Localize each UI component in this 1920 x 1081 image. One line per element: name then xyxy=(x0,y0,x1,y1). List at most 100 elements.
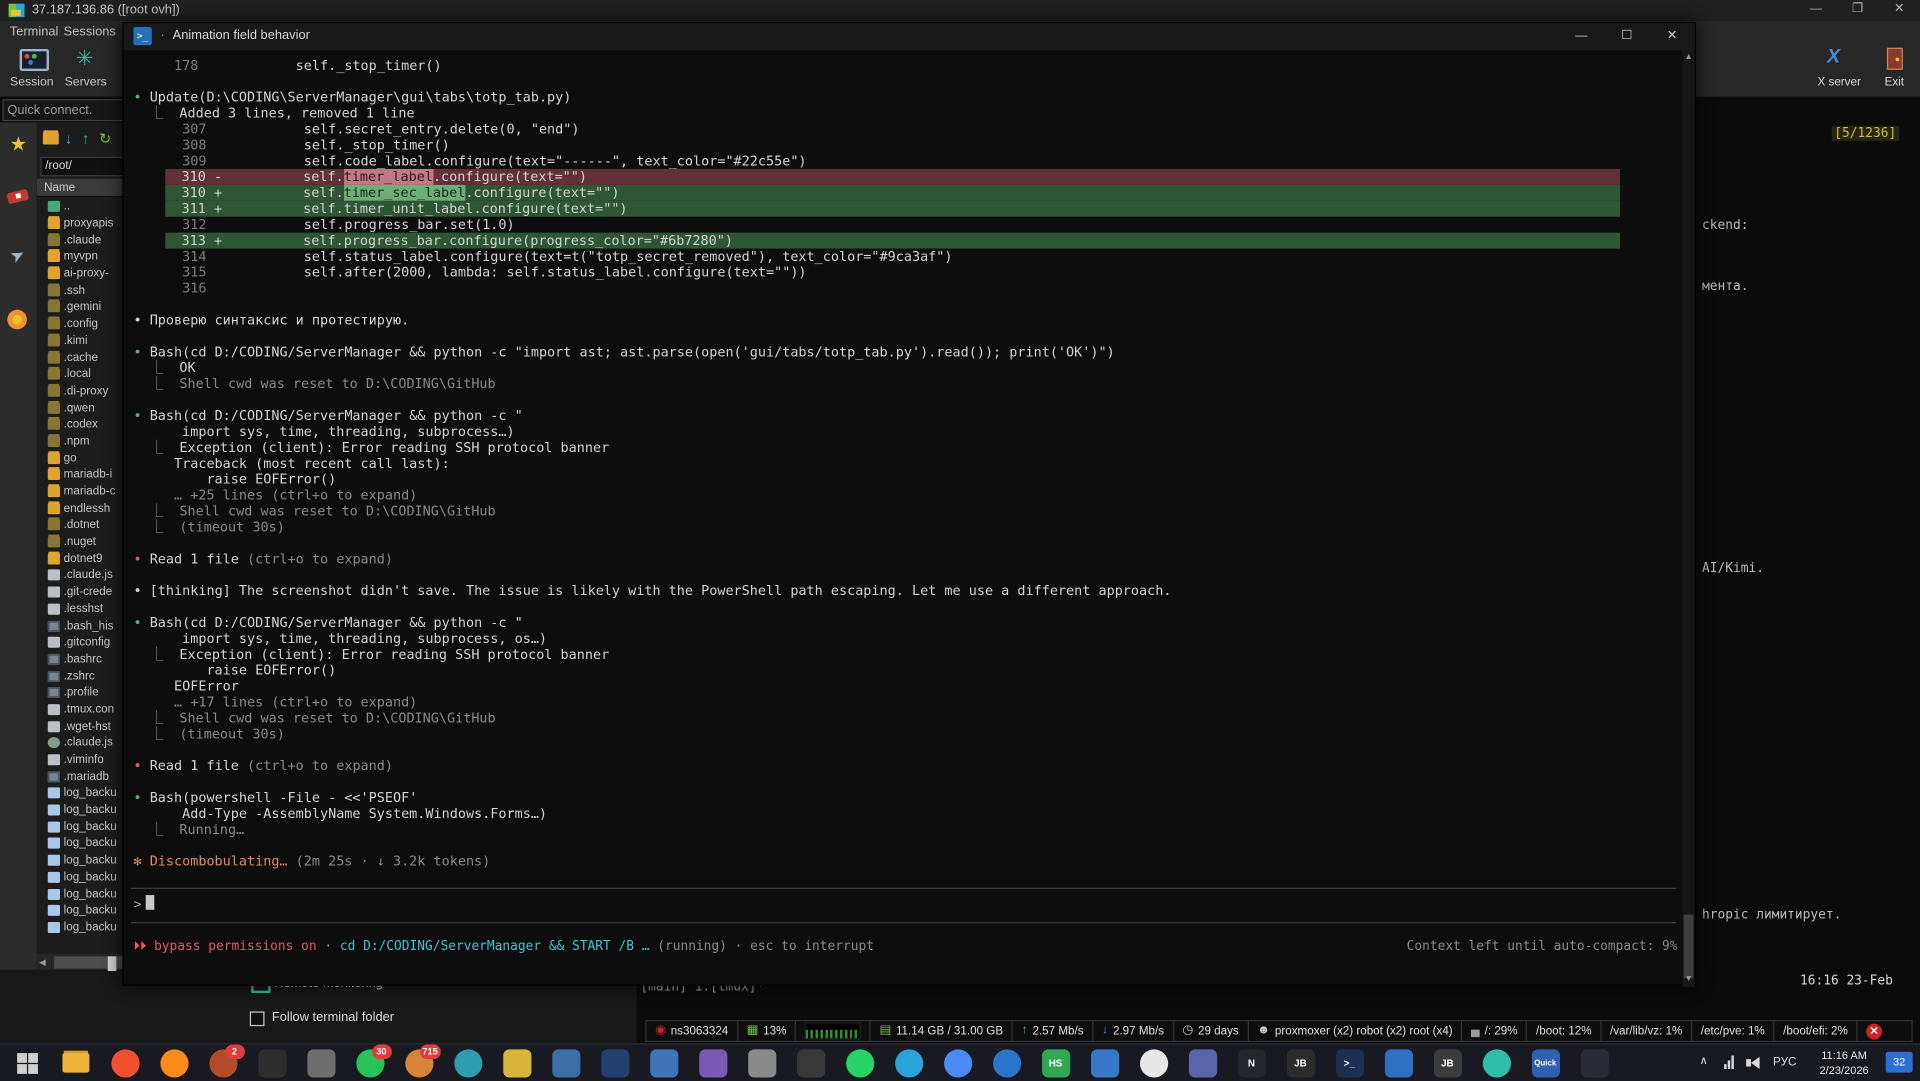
discord-app-taskbar-button[interactable] xyxy=(1178,1047,1227,1079)
file-item[interactable]: myvpn xyxy=(37,249,128,266)
windows-start-taskbar-button[interactable] xyxy=(2,1047,51,1079)
restore-icon[interactable]: ❐ xyxy=(1837,0,1879,20)
file-item[interactable]: .claude.js xyxy=(37,567,128,584)
hisuite-taskbar-button[interactable]: HS xyxy=(1031,1047,1080,1079)
file-item[interactable]: .ssh xyxy=(37,282,128,299)
minimize-icon[interactable]: — xyxy=(1795,0,1837,20)
file-item[interactable]: proxyapis xyxy=(37,215,128,232)
favorites-star-icon[interactable]: ★ xyxy=(6,132,30,156)
updater-app-taskbar-button[interactable] xyxy=(737,1047,786,1079)
navy-app-taskbar-button[interactable] xyxy=(590,1047,639,1079)
menu-terminal[interactable]: Terminal xyxy=(10,24,59,39)
file-item[interactable]: log_backu xyxy=(37,802,128,819)
brave-browser-taskbar-button[interactable] xyxy=(100,1047,149,1079)
file-item[interactable]: log_backu xyxy=(37,835,128,852)
file-item[interactable]: .di-proxy xyxy=(37,383,128,400)
file-item[interactable]: .lesshst xyxy=(37,601,128,618)
file-item[interactable]: log_backu xyxy=(37,886,128,903)
path-input[interactable]: /root/ xyxy=(40,157,127,177)
scroll-down-icon[interactable]: ▼ xyxy=(1682,972,1694,987)
teal-app-taskbar-button[interactable] xyxy=(1472,1047,1521,1079)
file-item[interactable]: .gemini xyxy=(37,299,128,316)
scroll-up-icon[interactable]: ▲ xyxy=(1682,50,1694,65)
network-tray-icon[interactable] xyxy=(1724,1056,1734,1069)
monitor-close-icon[interactable]: ✕ xyxy=(1866,1023,1882,1039)
browser-profile-taskbar-button[interactable]: 2 xyxy=(198,1047,247,1079)
follow-terminal-label[interactable]: Follow terminal folder xyxy=(272,1010,394,1025)
claude-scrollbar[interactable]: ▲ ▼ xyxy=(1682,50,1694,987)
quick-connect-input[interactable]: Quick connect. xyxy=(2,99,128,121)
commander-app-taskbar-button[interactable] xyxy=(492,1047,541,1079)
blue-app-taskbar-button[interactable] xyxy=(1080,1047,1129,1079)
file-explorer-taskbar-button[interactable] xyxy=(51,1047,100,1079)
file-item[interactable]: .claude xyxy=(37,232,128,249)
file-item[interactable]: .kimi xyxy=(37,332,128,349)
file-item[interactable]: log_backu xyxy=(37,852,128,869)
dark-app-2-taskbar-button[interactable] xyxy=(786,1047,835,1079)
file-item[interactable]: go xyxy=(37,450,128,467)
rider-app-taskbar-button[interactable]: JB xyxy=(1423,1047,1472,1079)
file-item[interactable]: .. xyxy=(37,198,128,215)
file-item[interactable]: .viminfo xyxy=(37,751,128,768)
quick-assist-taskbar-button[interactable]: Quick xyxy=(1521,1047,1570,1079)
file-item[interactable]: mariadb-i xyxy=(37,467,128,484)
file-item[interactable]: .cache xyxy=(37,349,128,366)
upload-icon[interactable]: ↑ xyxy=(82,130,89,147)
tray-chevron-icon[interactable]: ∧ xyxy=(1700,1054,1708,1067)
file-item[interactable]: .nuget xyxy=(37,534,128,551)
edge-browser-taskbar-button[interactable] xyxy=(982,1047,1031,1079)
language-indicator[interactable]: РУС xyxy=(1773,1056,1796,1069)
file-item[interactable]: .config xyxy=(37,316,128,333)
remote-desktop-app-taskbar-button[interactable] xyxy=(541,1047,590,1079)
file-item[interactable]: .gitconfig xyxy=(37,634,128,651)
claude-minimize-icon[interactable]: — xyxy=(1559,23,1604,50)
claude-close-icon[interactable]: ✕ xyxy=(1649,23,1694,50)
file-item[interactable]: log_backu xyxy=(37,919,128,936)
file-item[interactable]: .dotnet xyxy=(37,517,128,534)
claude-maximize-icon[interactable]: ☐ xyxy=(1604,23,1649,50)
tools-knife-icon[interactable] xyxy=(6,186,30,210)
file-item[interactable]: .local xyxy=(37,366,128,383)
file-item[interactable]: .npm xyxy=(37,433,128,450)
file-item[interactable]: ai-proxy- xyxy=(37,265,128,282)
network-globe-icon[interactable] xyxy=(6,309,30,333)
file-item[interactable]: .bash_his xyxy=(37,617,128,634)
file-item[interactable]: .mariadb xyxy=(37,768,128,785)
gray-app-taskbar-button[interactable] xyxy=(296,1047,345,1079)
mail-app-taskbar-button[interactable]: 715 xyxy=(394,1047,443,1079)
menu-sessions[interactable]: Sessions xyxy=(64,24,116,39)
jetbrains-app-taskbar-button[interactable]: JB xyxy=(1276,1047,1325,1079)
file-item[interactable]: endlessh xyxy=(37,500,128,517)
file-item[interactable]: .profile xyxy=(37,684,128,701)
close-icon[interactable]: ✕ xyxy=(1878,0,1920,20)
file-item[interactable]: .bashrc xyxy=(37,651,128,668)
powershell-taskbar-button[interactable]: >_ xyxy=(1325,1047,1374,1079)
blue-folder-app-taskbar-button[interactable] xyxy=(639,1047,688,1079)
notion-app-taskbar-button[interactable]: N xyxy=(1227,1047,1276,1079)
opera-taskbar-button[interactable] xyxy=(1129,1047,1178,1079)
whatsapp-green-taskbar-button[interactable] xyxy=(835,1047,884,1079)
claude-terminal-output[interactable]: 178 self._stop_timer()• Update(D:\CODING… xyxy=(124,50,1685,994)
file-item[interactable]: .codex xyxy=(37,416,128,433)
file-item[interactable]: log_backu xyxy=(37,869,128,886)
claude-titlebar[interactable]: >_ · Animation field behavior —☐✕ xyxy=(124,23,1695,50)
send-plane-icon[interactable]: ➤ xyxy=(2,241,35,274)
chrome-taskbar-button[interactable] xyxy=(933,1047,982,1079)
file-item[interactable]: .git-crede xyxy=(37,584,128,601)
file-item[interactable]: dotnet9 xyxy=(37,550,128,567)
tray-clock[interactable]: 11:16 AM 2/23/2026 xyxy=(1807,1048,1880,1077)
refresh-icon[interactable]: ↻ xyxy=(99,130,111,147)
text-cursor[interactable] xyxy=(146,895,155,910)
file-item[interactable]: .wget-hst xyxy=(37,718,128,735)
download-icon[interactable]: ↓ xyxy=(65,130,72,147)
files-column-header[interactable]: Name xyxy=(37,179,128,197)
telegram-taskbar-button[interactable] xyxy=(884,1047,933,1079)
file-item[interactable]: .tmux.con xyxy=(37,701,128,718)
scroll-left-icon[interactable]: ◀ xyxy=(39,958,46,968)
folder-up-icon[interactable] xyxy=(43,132,59,144)
file-item[interactable]: .qwen xyxy=(37,399,128,416)
file-item[interactable]: .zshrc xyxy=(37,668,128,685)
notification-count-badge[interactable]: 32 xyxy=(1886,1052,1913,1073)
camera-app-taskbar-button[interactable] xyxy=(1374,1047,1423,1079)
whatsapp-taskbar-button[interactable]: 30 xyxy=(345,1047,394,1079)
